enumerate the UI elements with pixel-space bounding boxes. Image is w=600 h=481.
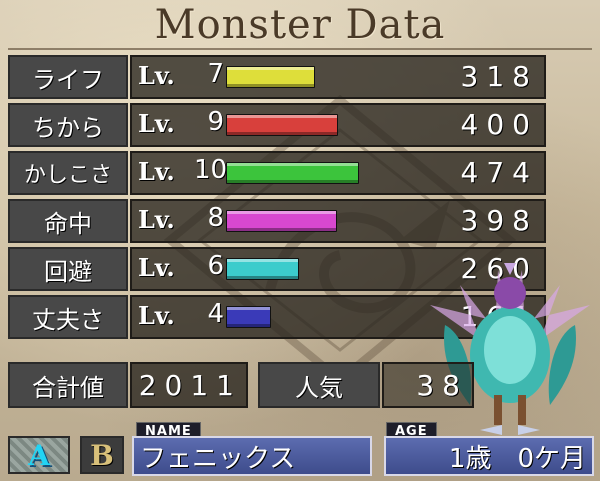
stat-bar [226,258,299,280]
phoenix-monster-sprite [430,263,590,435]
stat-value: 400 [460,108,538,141]
stat-bar [226,114,338,136]
monster-name-field: フェニックス [132,436,372,476]
stat-values: Lv. 10 474 [130,151,546,195]
stat-bar [226,306,271,328]
level-prefix: Lv. [138,109,175,138]
page-title: Monster Data [154,2,446,48]
level-number: 9 [207,107,224,137]
stat-row-accuracy: 命中 Lv. 8 398 [8,199,546,245]
popularity-label: 人気 [258,362,380,408]
level-number: 10 [194,155,228,185]
level-prefix: Lv. [138,301,175,330]
stat-bar [226,162,359,184]
monster-age-field: 1歳 0ケ月 [384,436,594,476]
stat-values: Lv. 9 400 [130,103,546,147]
level-number: 4 [207,299,224,329]
stat-value: 474 [460,156,538,189]
monster-name-value: フェニックス [140,443,296,474]
stat-label: ライフ [8,55,128,99]
level-prefix: Lv. [138,157,175,186]
stat-label: 回避 [8,247,128,291]
total-label: 合計値 [8,362,128,408]
stat-row-intelligence: かしこさ Lv. 10 474 [8,151,546,197]
stat-values: Lv. 8 398 [130,199,546,243]
total-value: 2011 [130,362,248,408]
level-prefix: Lv. [138,61,175,90]
level-number: 7 [207,59,224,89]
popularity-value: 38 [382,362,474,408]
b-button[interactable]: B [80,436,124,474]
stat-row-power: ちから Lv. 9 400 [8,103,546,149]
level-number: 8 [207,203,224,233]
stat-label: ちから [8,103,128,147]
title-divider [8,48,592,50]
stat-bar [226,66,315,88]
stat-row-life: ライフ Lv. 7 318 [8,55,546,101]
stat-label: 丈夫さ [8,295,128,339]
stat-values: Lv. 7 318 [130,55,546,99]
stat-label: 命中 [8,199,128,243]
stat-value: 398 [460,204,538,237]
stat-bar [226,210,337,232]
monster-age-value: 1歳 0ケ月 [448,443,586,474]
level-prefix: Lv. [138,205,175,234]
a-button[interactable]: A [8,436,70,474]
stat-label: かしこさ [8,151,128,195]
level-number: 6 [207,251,224,281]
level-prefix: Lv. [138,253,175,282]
stat-value: 318 [460,60,538,93]
